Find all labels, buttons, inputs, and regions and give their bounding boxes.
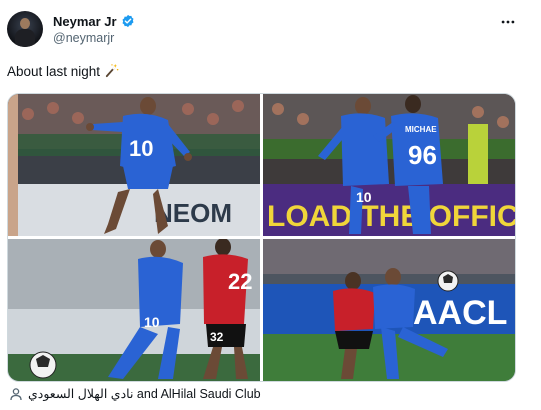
magic-wand-icon [104,63,120,79]
jersey-number-3a: 10 [144,314,160,330]
author-handle[interactable]: @neymarjr [53,31,114,45]
board-text-2: LOAD THE OFFIC [267,200,515,233]
jersey-number-3b: 32 [210,330,224,344]
tweet-card: Neymar Jr @neymarjr About last night NEO… [0,0,541,410]
tweet-text: About last night [7,63,120,79]
shirt-name-2b: MICHAE [405,125,437,134]
photo-3[interactable]: 10 22 32 [8,239,260,381]
jersey-number-2b: 96 [408,140,437,170]
media-grid: NEOM 10 LOAD THE OFFIC 10 MICHAE 96 10 2… [7,93,516,382]
jersey-number-1: 10 [129,136,153,161]
avatar[interactable] [7,11,43,47]
person-icon [9,387,23,401]
photo-1[interactable]: NEOM 10 [8,94,260,236]
tagged-accounts[interactable]: نادي الهلال السعودي and AlHilal Saudi Cl… [9,386,261,401]
photo-4[interactable]: AACL [263,239,515,381]
tweet-text-content: About last night [7,63,101,79]
opponent-number-3: 22 [228,269,252,294]
photo-2[interactable]: LOAD THE OFFIC 10 MICHAE 96 [263,94,515,236]
tagged-accounts-text[interactable]: نادي الهلال السعودي and AlHilal Saudi Cl… [28,386,261,401]
jersey-number-2a: 10 [356,189,372,205]
display-name[interactable]: Neymar Jr [53,14,117,29]
more-options-icon[interactable] [497,11,519,33]
author-row: Neymar Jr [53,13,135,29]
verified-badge-icon [121,14,135,28]
board-text-4: AACL [413,294,507,332]
